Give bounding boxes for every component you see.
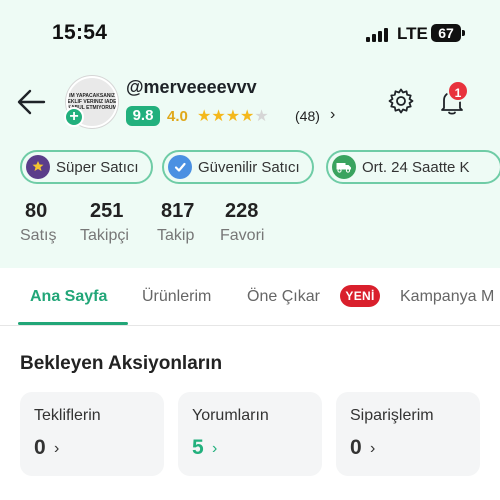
- section-title: Bekleyen Aksiyonların: [20, 353, 223, 374]
- star-icon: ★: [240, 108, 255, 125]
- active-tab-indicator: [18, 322, 128, 325]
- username: @merveeeevvv: [126, 77, 257, 97]
- back-arrow-icon[interactable]: [16, 88, 48, 116]
- tab-campaigns[interactable]: Kampanya M: [400, 288, 494, 306]
- rating-value: 4.0: [167, 108, 188, 125]
- chevron-right-icon: ›: [54, 440, 60, 457]
- card-count: 5: [192, 436, 204, 459]
- battery-icon: 67: [431, 24, 461, 42]
- badge-super-seller[interactable]: Süper Satıcı: [20, 150, 153, 184]
- card-count: 0: [350, 436, 362, 459]
- stat-value: 251: [90, 200, 124, 222]
- card-orders[interactable]: Siparişlerim 0 ›: [336, 392, 480, 476]
- stat-following[interactable]: 817 Takip: [157, 200, 194, 245]
- chevron-right-icon[interactable]: ›: [330, 106, 335, 124]
- star-icon: ★: [254, 108, 269, 125]
- badge-label: Güvenilir Satıcı: [198, 158, 300, 176]
- seller-badges: Süper Satıcı Güvenilir Satıcı Ort. 24 Sa…: [20, 150, 500, 184]
- notification-badge: 1: [447, 80, 469, 102]
- signal-icon: [366, 28, 388, 42]
- star-icon: ★: [225, 108, 241, 125]
- stat-favorites[interactable]: 228 Favori: [220, 200, 264, 245]
- star-trophy-icon: [26, 155, 50, 179]
- card-count: 0: [34, 436, 46, 459]
- delivery-truck-icon: [332, 155, 356, 179]
- stat-label: Satış: [20, 227, 57, 244]
- card-offers[interactable]: Tekliflerin 0 ›: [20, 392, 164, 476]
- verified-check-icon: [168, 155, 192, 179]
- stat-value: 80: [25, 200, 48, 222]
- card-reviews[interactable]: Yorumların 5 ›: [178, 392, 322, 476]
- stat-label: Takip: [157, 227, 195, 244]
- review-count[interactable]: (48): [295, 108, 320, 124]
- tab-promote[interactable]: Öne Çıkar: [247, 288, 320, 306]
- add-photo-button[interactable]: +: [64, 107, 84, 127]
- seller-score-badge: 9.8: [126, 106, 160, 126]
- status-time: 15:54: [52, 21, 108, 44]
- stat-sales[interactable]: 80 Satış: [20, 200, 56, 245]
- stat-label: Takipçi: [80, 227, 129, 244]
- stat-followers[interactable]: 251 Takipçi: [80, 200, 129, 245]
- badge-label: Ort. 24 Saatte K: [362, 158, 470, 176]
- badge-trusted-seller[interactable]: Güvenilir Satıcı: [162, 150, 314, 184]
- star-icon: ★: [211, 108, 226, 125]
- card-title: Yorumların: [192, 407, 269, 424]
- chevron-right-icon: ›: [370, 440, 376, 457]
- stat-value: 228: [225, 200, 259, 222]
- network-type: LTE: [397, 24, 428, 43]
- battery-tip: [462, 30, 465, 36]
- badge-label: Süper Satıcı: [56, 158, 139, 176]
- badge-fast-shipping[interactable]: Ort. 24 Saatte K: [326, 150, 500, 184]
- stat-label: Favori: [220, 227, 265, 244]
- tab-home[interactable]: Ana Sayfa: [30, 288, 107, 306]
- card-title: Siparişlerim: [350, 407, 434, 424]
- stat-value: 817: [161, 200, 195, 222]
- card-title: Tekliflerin: [34, 407, 101, 424]
- star-icon: ★: [197, 108, 212, 125]
- store-tabs: Ana Sayfa Ürünlerim Öne Çıkar Kampanya M: [0, 268, 500, 326]
- gear-icon[interactable]: [387, 87, 415, 115]
- rating-stars: ★★★★★: [197, 106, 269, 126]
- status-bar: 15:54 LTE 67: [0, 0, 500, 66]
- chevron-right-icon: ›: [212, 440, 218, 457]
- new-badge: YENİ: [340, 285, 380, 307]
- tab-products[interactable]: Ürünlerim: [142, 288, 211, 306]
